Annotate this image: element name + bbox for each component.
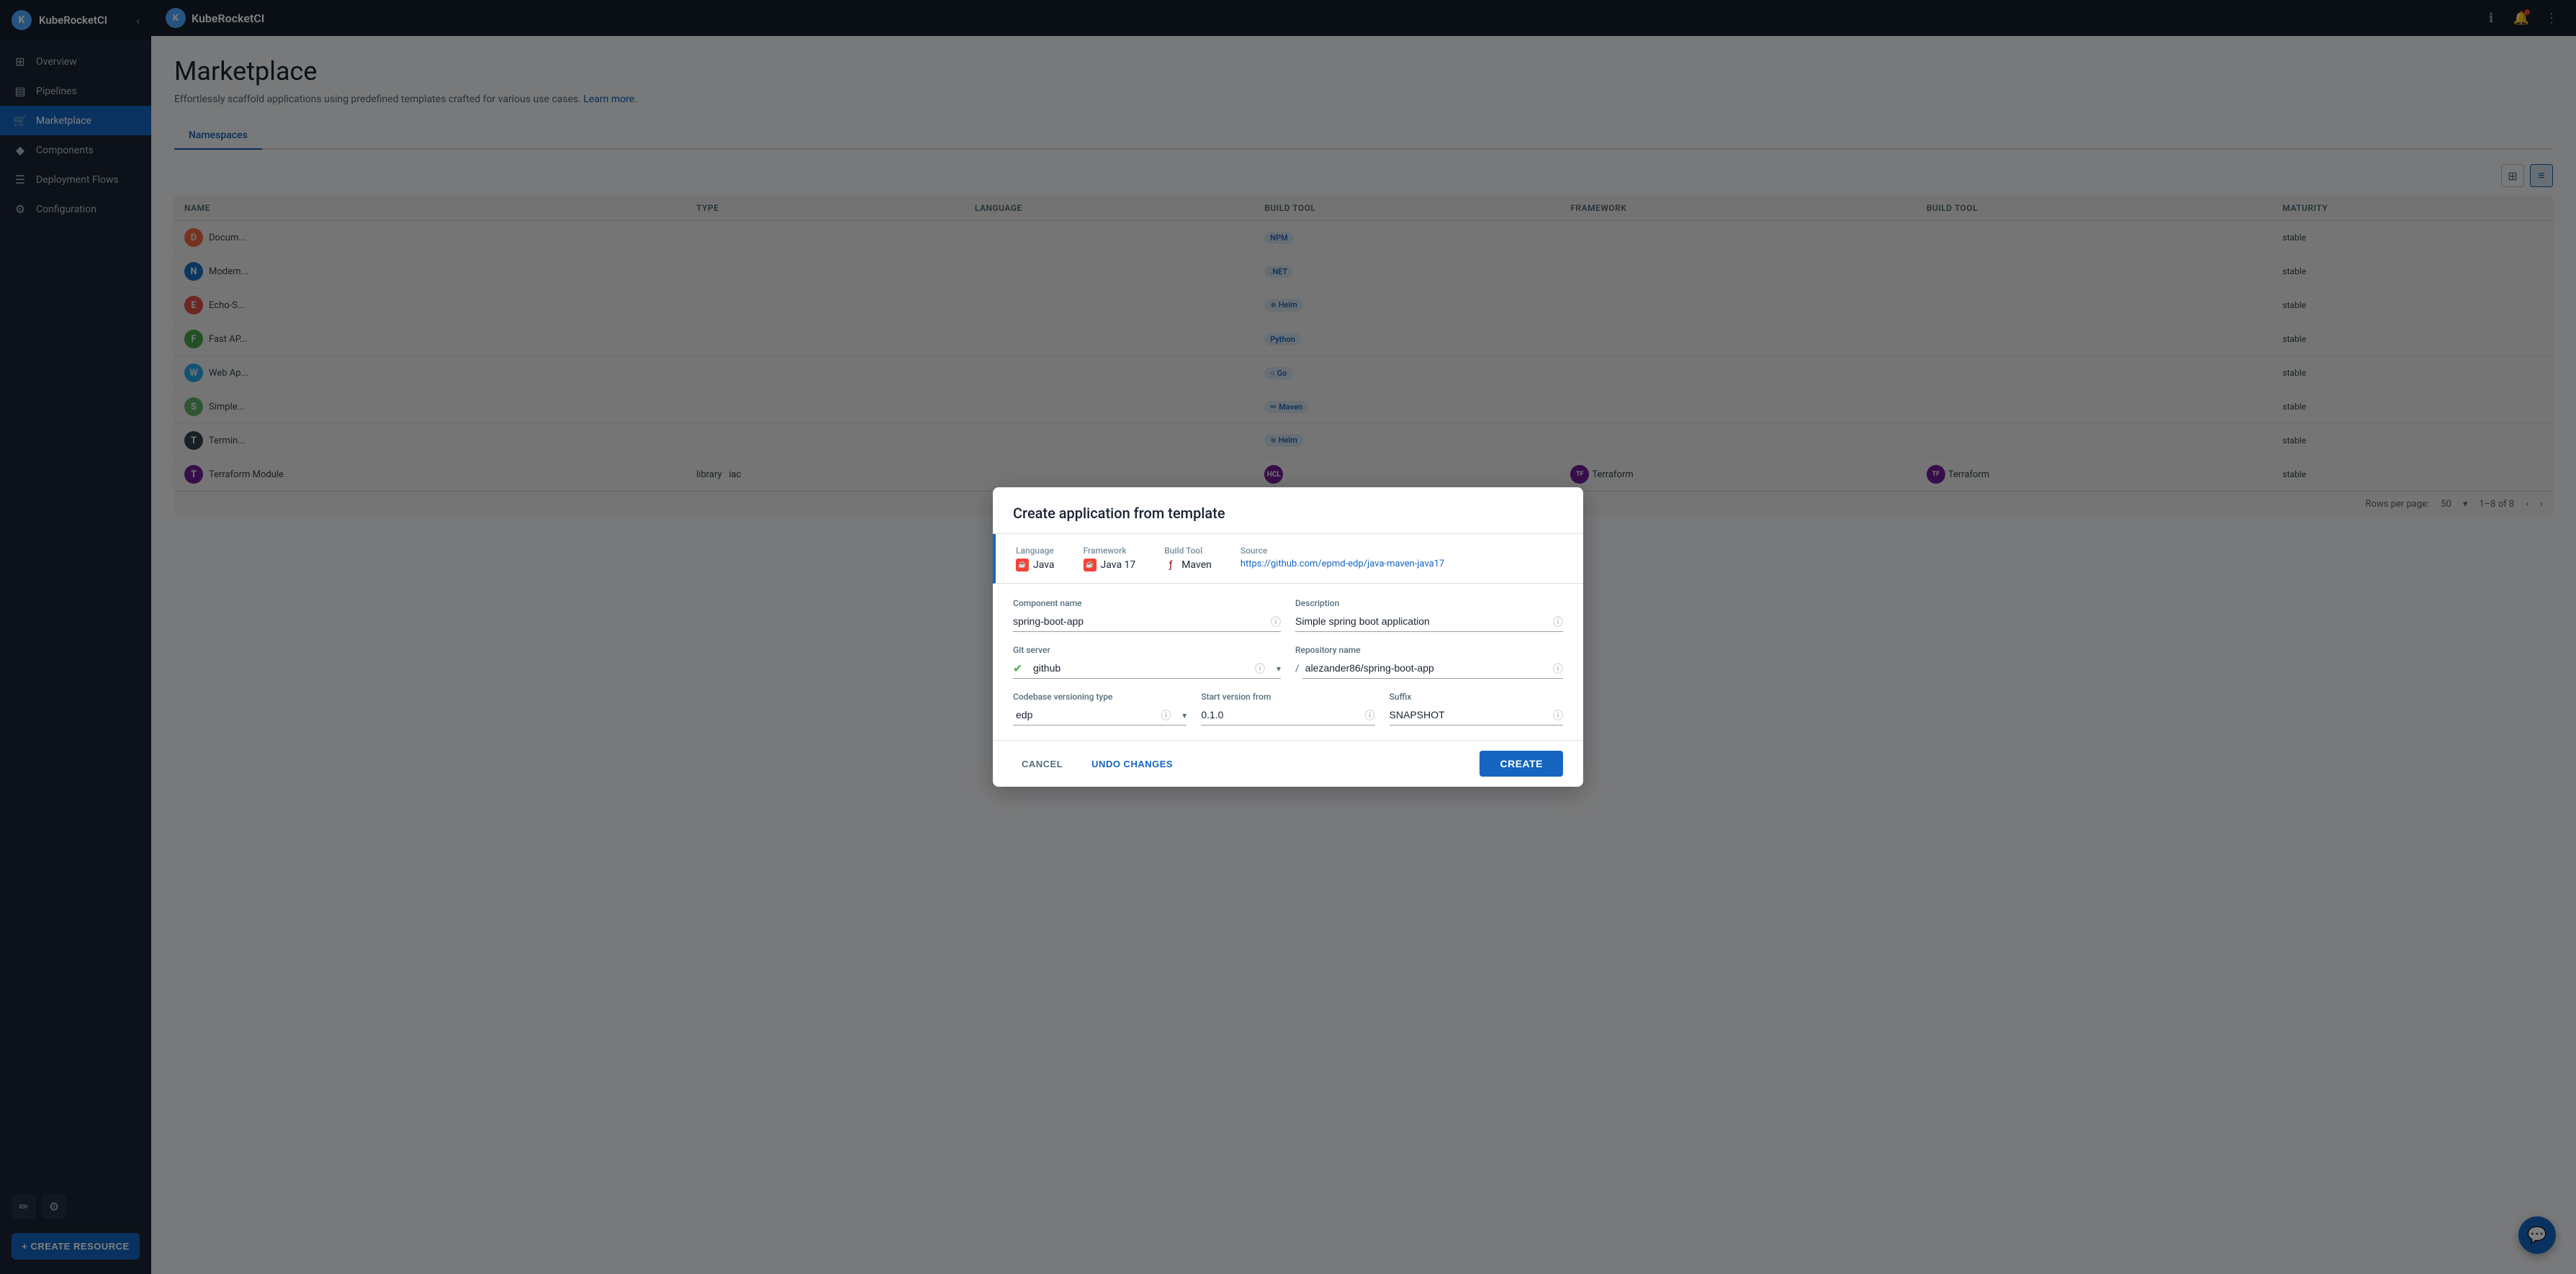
modal-footer: CANCEL UNDO CHANGES CREATE: [993, 740, 1583, 787]
source-label: Source: [1240, 546, 1444, 556]
repository-name-group: Repository name / ⓘ: [1295, 645, 1563, 679]
template-language-col: Language ☕ Java: [1016, 546, 1055, 572]
template-build-tool-col: Build Tool ƒ Maven: [1164, 546, 1212, 572]
form-row-3: Codebase versioning type edp ⓘ ▾ Start v…: [1013, 692, 1563, 726]
suffix-label: Suffix: [1390, 692, 1563, 702]
component-name-wrapper: ⓘ: [1013, 611, 1281, 632]
language-label: Language: [1016, 546, 1055, 556]
component-name-label: Component name: [1013, 598, 1281, 608]
repository-name-input[interactable]: [1302, 658, 1563, 679]
codebase-versioning-info-icon[interactable]: ⓘ: [1161, 708, 1171, 723]
codebase-versioning-wrapper: edp ⓘ ▾: [1013, 705, 1186, 726]
suffix-input[interactable]: [1390, 705, 1563, 726]
template-framework-col: Framework ☕ Java 17: [1084, 546, 1136, 572]
git-server-info-icon[interactable]: ⓘ: [1255, 661, 1265, 676]
java17-icon: ☕: [1084, 559, 1096, 572]
template-source-col: Source https://github.com/epmd-edp/java-…: [1240, 546, 1444, 572]
git-server-check-icon: ✔: [1013, 661, 1022, 675]
build-tool-label: Build Tool: [1164, 546, 1212, 556]
description-input[interactable]: [1295, 611, 1563, 632]
description-info-icon[interactable]: ⓘ: [1553, 615, 1563, 629]
start-version-label: Start version from: [1201, 692, 1374, 702]
component-name-info-icon[interactable]: ⓘ: [1271, 615, 1281, 629]
start-version-wrapper: ⓘ: [1201, 705, 1374, 726]
create-application-modal: Create application from template Languag…: [993, 487, 1583, 787]
git-server-group: Git server ✔ github ⓘ ▾: [1013, 645, 1281, 679]
template-info: Language ☕ Java Framework ☕ Java 17 Buil…: [993, 534, 1583, 584]
source-value[interactable]: https://github.com/epmd-edp/java-maven-j…: [1240, 559, 1444, 569]
git-server-wrapper: ✔ github ⓘ ▾: [1013, 658, 1281, 679]
suffix-wrapper: ⓘ: [1390, 705, 1563, 726]
repository-name-info-icon[interactable]: ⓘ: [1553, 661, 1563, 676]
modal-header: Create application from template: [993, 487, 1583, 534]
git-server-label: Git server: [1013, 645, 1281, 655]
component-name-input[interactable]: [1013, 611, 1281, 632]
undo-changes-button[interactable]: UNDO CHANGES: [1083, 753, 1181, 775]
modal-body: Component name ⓘ Description ⓘ: [993, 584, 1583, 740]
codebase-versioning-label: Codebase versioning type: [1013, 692, 1186, 702]
description-wrapper: ⓘ: [1295, 611, 1563, 632]
cancel-button[interactable]: CANCEL: [1013, 753, 1071, 775]
component-name-group: Component name ⓘ: [1013, 598, 1281, 632]
repository-prefix: /: [1295, 663, 1300, 674]
language-value: ☕ Java: [1016, 559, 1055, 572]
start-version-info-icon[interactable]: ⓘ: [1365, 708, 1375, 723]
start-version-group: Start version from ⓘ: [1201, 692, 1374, 726]
start-version-input[interactable]: [1201, 705, 1374, 726]
form-row-2: Git server ✔ github ⓘ ▾ Repository name …: [1013, 645, 1563, 679]
modal-overlay: Create application from template Languag…: [0, 0, 2576, 1274]
git-server-select[interactable]: github: [1013, 658, 1281, 679]
suffix-info-icon[interactable]: ⓘ: [1553, 708, 1563, 723]
java-icon: ☕: [1016, 559, 1029, 572]
maven-icon: ƒ: [1164, 559, 1177, 572]
form-row-1: Component name ⓘ Description ⓘ: [1013, 598, 1563, 632]
description-label: Description: [1295, 598, 1563, 608]
codebase-versioning-group: Codebase versioning type edp ⓘ ▾: [1013, 692, 1186, 726]
modal-title: Create application from template: [1013, 505, 1225, 522]
framework-value: ☕ Java 17: [1084, 559, 1136, 572]
create-button[interactable]: CREATE: [1480, 751, 1563, 777]
repository-name-wrapper: / ⓘ: [1295, 658, 1563, 679]
repository-name-label: Repository name: [1295, 645, 1563, 655]
framework-label: Framework: [1084, 546, 1136, 556]
description-group: Description ⓘ: [1295, 598, 1563, 632]
build-tool-value: ƒ Maven: [1164, 559, 1212, 572]
suffix-group: Suffix ⓘ: [1390, 692, 1563, 726]
